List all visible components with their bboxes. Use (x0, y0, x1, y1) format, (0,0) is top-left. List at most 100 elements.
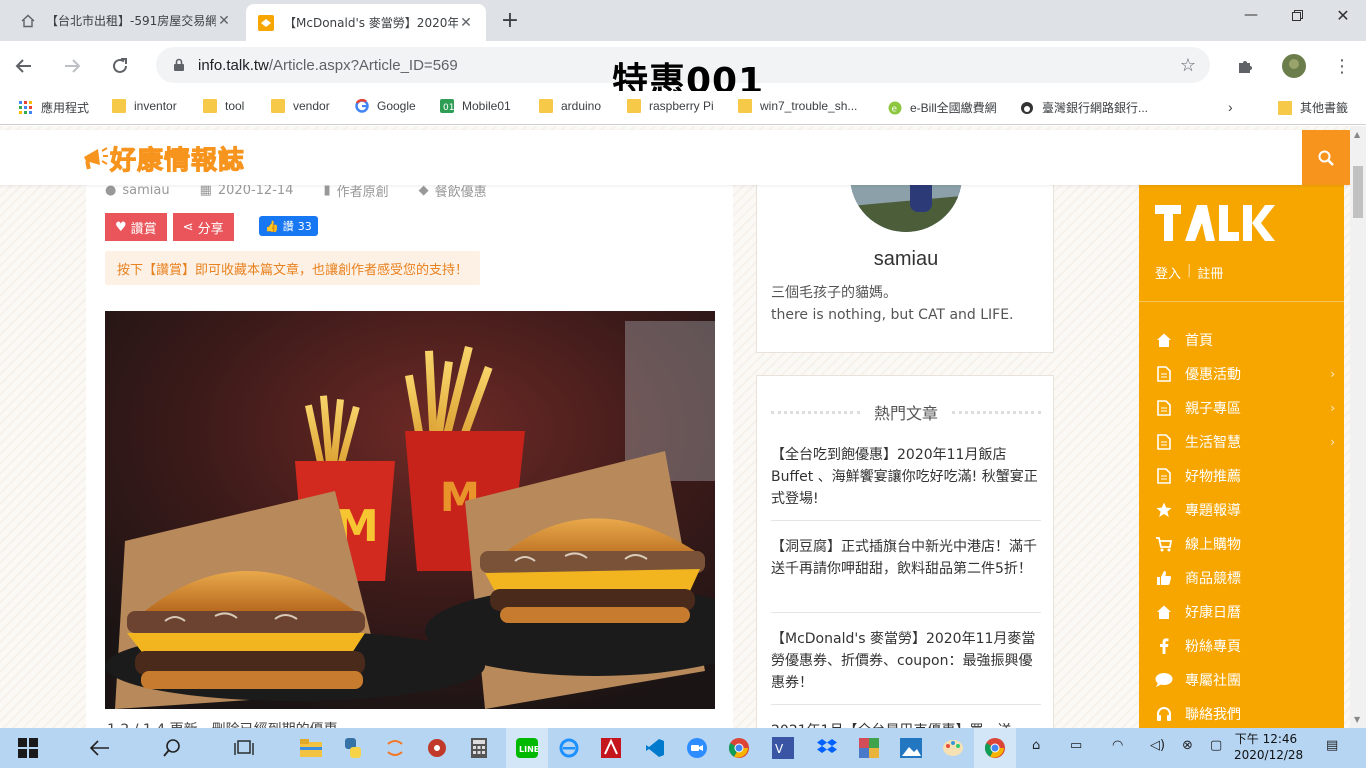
window-close-button[interactable]: ✕ (1320, 0, 1366, 30)
hot-article-link[interactable]: 2021年1月【全台星巴克優惠】買一送 (771, 720, 1041, 728)
hot-articles-heading: 熱門文章 (771, 400, 1042, 424)
reload-button[interactable] (107, 53, 133, 79)
bookmark-icon: ▮ (323, 183, 331, 198)
back-arrow-icon[interactable] (79, 728, 121, 768)
bookmark-arduino[interactable]: arduino (539, 99, 601, 113)
hot-article-link[interactable]: 【McDonald's 麥當勞】2020年11月麥當勞優惠券、折價券、coupo… (771, 628, 1041, 694)
menu-item-life-tips[interactable]: 生活智慧 › (1155, 427, 1335, 457)
battery-icon[interactable]: ▭ (1070, 738, 1082, 753)
wifi-icon[interactable]: ◠ (1112, 738, 1123, 753)
bookmark-inventor[interactable]: inventor (112, 99, 177, 113)
hot-article-link[interactable]: 【洞豆腐】正式插旗台中新光中港店！滿千送千再請你呷甜甜，飲料甜品第二件5折！ (771, 536, 1041, 580)
author-name[interactable]: samiau (757, 248, 1055, 271)
facebook-like-button[interactable]: 👍 讚 33 (259, 216, 318, 236)
windows-taskbar: LINE V ⌂ ▭ ◠ ◁) ⊗ ▢ 下午 12:46 2020/12/28 … (0, 728, 1366, 768)
share-icon: ⋖ (182, 219, 194, 235)
tab-title: 【台北市出租】-591房屋交易網 (46, 14, 216, 28)
site-side-menu: 登入 | 註冊 首頁 優惠活動 › 親子專區 › 生活智慧 › 好物推薦 專題報導 (1139, 185, 1344, 728)
bookmark-mobile01[interactable]: 01 Mobile01 (440, 99, 511, 113)
bookmark-apps[interactable]: 應用程式 (19, 99, 89, 116)
share-button[interactable]: ⋖ 分享 (172, 213, 234, 241)
scrollbar-thumb[interactable] (1353, 166, 1363, 218)
dropbox-icon[interactable] (806, 728, 848, 768)
register-link[interactable]: 註冊 (1197, 263, 1223, 282)
jupyter-icon[interactable] (374, 728, 416, 768)
profile-avatar[interactable] (1282, 54, 1306, 78)
notification-center-icon[interactable]: ▤ (1326, 738, 1338, 753)
menu-item-home[interactable]: 首頁 (1155, 325, 1335, 355)
network-status-icon[interactable]: ⊗ (1182, 738, 1193, 753)
praise-button[interactable]: ♥ 讚賞 (105, 213, 167, 241)
volume-icon[interactable]: ◁) (1150, 738, 1165, 753)
bookmark-google[interactable]: Google (355, 99, 416, 113)
forward-button[interactable] (59, 53, 85, 79)
bookmark-vendor[interactable]: vendor (271, 99, 330, 113)
login-link[interactable]: 登入 (1155, 263, 1181, 282)
menu-item-parenting[interactable]: 親子專區 › (1155, 393, 1335, 423)
windows-start-icon[interactable] (7, 728, 49, 768)
visio-icon[interactable]: V (762, 728, 804, 768)
bookmark-star-icon[interactable]: ☆ (1180, 55, 1196, 76)
app-red-gear-icon[interactable] (416, 728, 458, 768)
bookmark-raspberry-pi[interactable]: raspberry Pi (627, 99, 714, 113)
system-clock[interactable]: 下午 12:46 2020/12/28 (1234, 731, 1303, 763)
close-icon[interactable]: ✕ (216, 13, 232, 29)
menu-item-recommendations[interactable]: 好物推薦 (1155, 461, 1335, 491)
menu-item-community[interactable]: 專屬社團 (1155, 665, 1335, 695)
new-tab-button[interactable]: + (498, 8, 522, 33)
tab-591[interactable]: 【台北市出租】-591房屋交易網 ✕ (8, 0, 244, 41)
bookmark-other[interactable]: 其他書籤 (1278, 99, 1348, 116)
folder-icon (539, 99, 553, 113)
scroll-down-arrow-icon[interactable]: ▼ (1354, 715, 1360, 724)
minimize-button[interactable]: — (1228, 0, 1274, 30)
chrome-icon[interactable] (718, 728, 760, 768)
python-icon[interactable] (332, 728, 374, 768)
calculator-icon[interactable] (458, 728, 500, 768)
bookmarks-overflow-chevron-icon[interactable]: › (1228, 99, 1233, 115)
task-view-icon[interactable] (223, 728, 265, 768)
talk-logo[interactable] (1153, 201, 1277, 247)
site-search-button[interactable] (1302, 130, 1350, 185)
page-scrollbar[interactable]: ▲ ▼ (1350, 126, 1366, 728)
scroll-up-arrow-icon[interactable]: ▲ (1354, 130, 1360, 139)
menu-item-features[interactable]: 專題報導 (1155, 495, 1335, 525)
bookmark-win7[interactable]: win7_trouble_sh... (738, 99, 857, 113)
article-update-note: 1.2 / 1.4 更新，刪除已經到期的優惠 (107, 719, 338, 728)
photos-icon[interactable] (890, 728, 932, 768)
menu-item-deals[interactable]: 優惠活動 › (1155, 359, 1335, 389)
browser-menu-icon[interactable]: ⋮ (1330, 54, 1354, 78)
site-logo-text: 好康情報誌 (109, 145, 246, 176)
bookmark-ebill[interactable]: e e-Bill全國繳費網 (888, 99, 997, 116)
search-icon[interactable] (151, 728, 193, 768)
vscode-icon[interactable] (634, 728, 676, 768)
menu-item-fanpage[interactable]: 粉絲專頁 (1155, 631, 1335, 661)
menu-item-contact[interactable]: 聯絡我們 (1155, 699, 1335, 728)
autocad-icon[interactable] (590, 728, 632, 768)
bookmark-tool[interactable]: tool (203, 99, 244, 113)
ime-icon[interactable]: ▢ (1210, 738, 1222, 753)
menu-item-calendar[interactable]: 好康日曆 (1155, 597, 1335, 627)
web-page: 好康情報誌 ● samiau ▦ 2020-12-14 ▮ 作者原創 ◆ 餐飲優惠 ♥ 讚… (0, 126, 1350, 728)
paint-icon[interactable] (932, 728, 974, 768)
file-explorer-icon[interactable] (290, 728, 332, 768)
chrome-taskbar-button[interactable] (974, 728, 1016, 768)
menu-item-auction[interactable]: 商品競標 (1155, 563, 1335, 593)
zoom-icon[interactable] (676, 728, 718, 768)
bookmark-bank[interactable]: 臺灣銀行網路銀行... (1020, 99, 1148, 116)
people-icon[interactable]: ⌂ (1032, 738, 1040, 753)
close-icon[interactable]: ✕ (458, 15, 474, 31)
winrar-icon[interactable] (848, 728, 890, 768)
extensions-puzzle-icon[interactable] (1234, 54, 1258, 78)
back-button[interactable] (11, 53, 37, 79)
maximize-button[interactable] (1274, 0, 1320, 30)
line-app-icon[interactable]: LINE (506, 728, 548, 768)
folder-icon (112, 99, 126, 113)
svg-text:e: e (892, 104, 898, 114)
internet-explorer-icon[interactable] (548, 728, 590, 768)
tab-mcdonalds[interactable]: 【McDonald's 麥當勞】2020年11月 ✕ (246, 4, 486, 41)
author-card: samiau 三個毛孩子的貓媽。 there is nothing, but C… (756, 136, 1055, 353)
menu-item-shopping[interactable]: 線上購物 (1155, 529, 1335, 559)
hot-article-link[interactable]: 【全台吃到飽優惠】2020年11月飯店Buffet 、海鮮饗宴讓你吃好吃滿! 秋… (771, 444, 1041, 510)
chat-icon (1155, 671, 1173, 689)
site-logo[interactable]: 好康情報誌 (80, 140, 245, 176)
